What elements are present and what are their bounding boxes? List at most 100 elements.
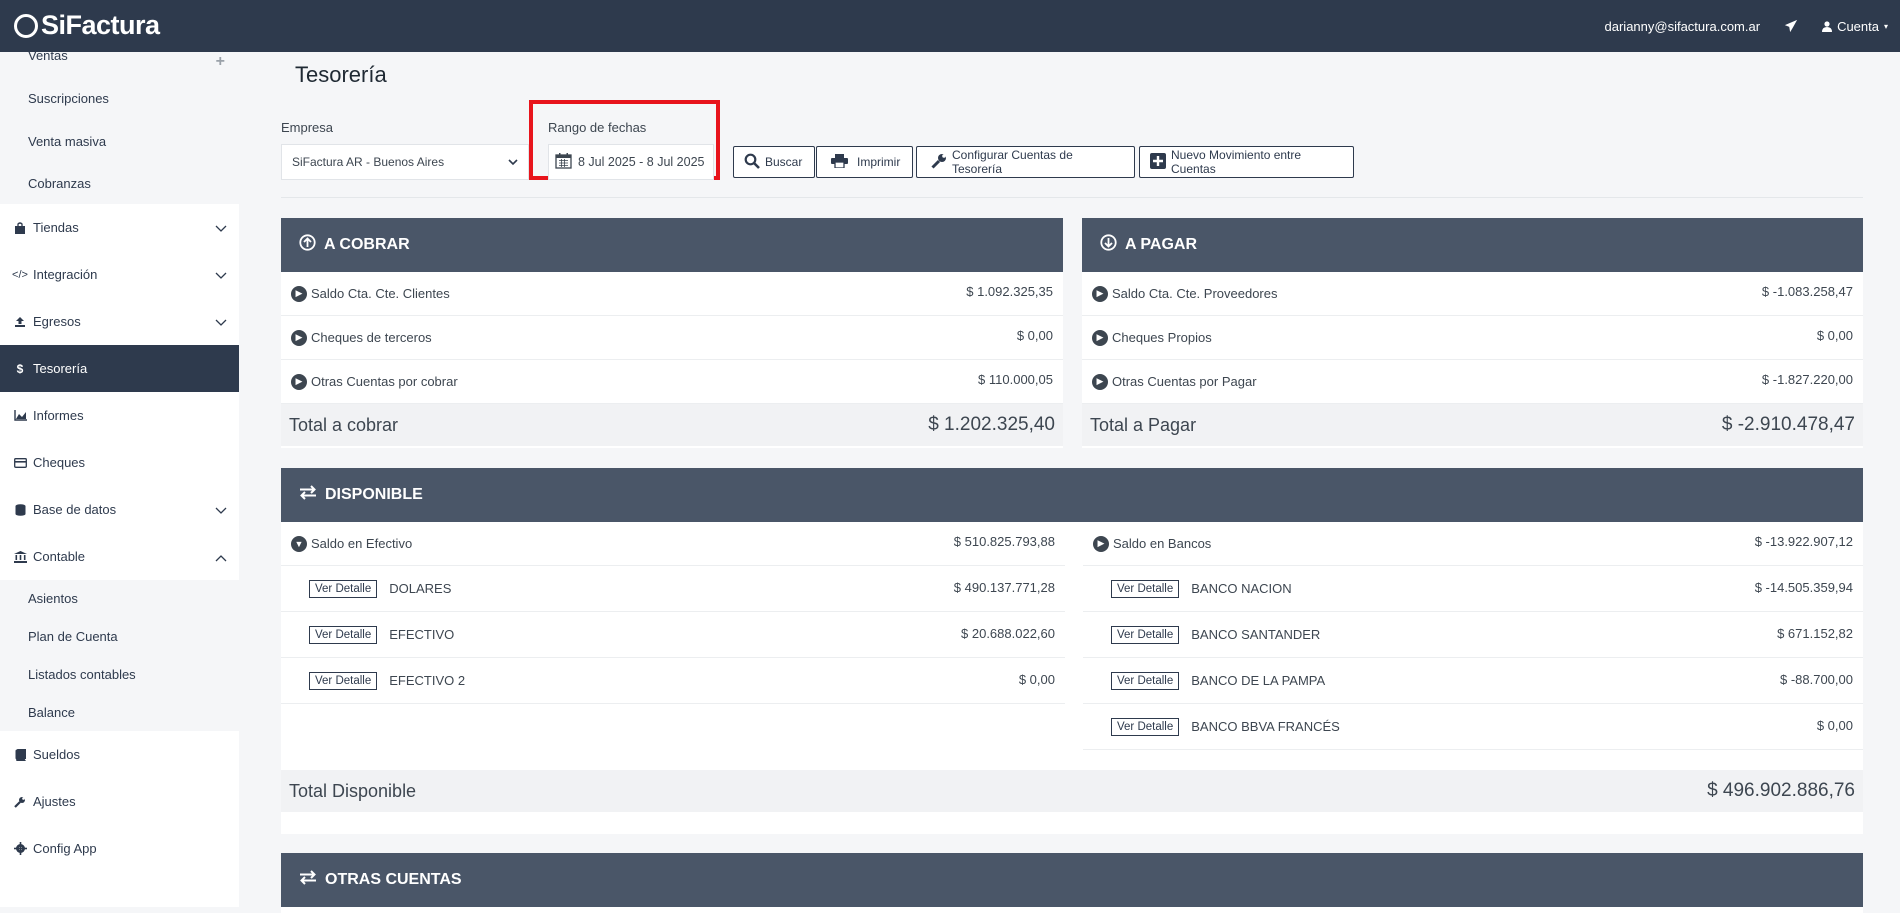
buscar-button[interactable]: Buscar	[733, 146, 815, 178]
database-icon	[12, 503, 28, 516]
a-cobrar-card: A COBRAR ▶ Saldo Cta. Cte. Clientes $ 1.09…	[281, 218, 1063, 448]
otras-cuentas-card: OTRAS CUENTAS	[281, 853, 1863, 913]
banco-item-row: Ver Detalle BANCO SANTANDER $ 671.152,82	[1083, 612, 1863, 658]
banco-item-row: Ver Detalle BANCO DE LA PAMPA $ -88.700,00	[1083, 658, 1863, 704]
saldo-efectivo-row[interactable]: ▼ Saldo en Efectivo $ 510.825.793,88	[281, 522, 1065, 566]
total-amount: $ 1.202.325,40	[928, 414, 1055, 435]
sidebar-item-base-datos[interactable]: Base de datos	[0, 486, 239, 533]
sidebar-item-contable[interactable]: Contable	[0, 533, 239, 580]
sidebar-item-ventas[interactable]: Ventas +	[0, 52, 239, 70]
account-name: DOLARES	[389, 581, 452, 596]
account-name: BANCO BBVA FRANCÉS	[1191, 719, 1340, 734]
sidebar: Ventas + Suscripciones Venta masiva Cobr…	[0, 52, 239, 907]
chevron-circle-right-icon: ▶	[1092, 285, 1108, 302]
imprimir-button[interactable]: Imprimir	[816, 146, 913, 178]
a-cobrar-row[interactable]: ▶ Otras Cuentas por cobrar $ 110.000,05	[281, 360, 1063, 404]
sidebar-item-ajustes[interactable]: Ajustes	[0, 778, 239, 825]
sidebar-item-cheques[interactable]: Cheques	[0, 439, 239, 486]
sidebar-item-label: Ventas	[28, 52, 68, 63]
page-title: Tesorería	[295, 62, 387, 87]
row-amount: $ -1.083.258,47	[1761, 284, 1853, 299]
gear-icon	[12, 842, 28, 855]
total-label: Total a cobrar	[289, 414, 399, 435]
ver-detalle-button[interactable]: Ver Detalle	[1111, 579, 1180, 598]
ver-detalle-button[interactable]: Ver Detalle	[309, 625, 378, 644]
a-pagar-row[interactable]: ▶ Cheques Propios $ 0,00	[1082, 316, 1863, 360]
account-amount: $ 0,00	[1018, 672, 1055, 687]
row-amount: $ 0,00	[1016, 328, 1053, 343]
plus-icon[interactable]: +	[216, 53, 225, 71]
sidebar-item-cobranzas[interactable]: Cobranzas	[0, 162, 239, 204]
sidebar-item-label: Config App	[33, 841, 97, 856]
row-amount: $ 510.825.793,88	[953, 534, 1055, 549]
exchange-icon	[299, 870, 317, 890]
date-range-value: 8 Jul 2025 - 8 Jul 2025	[578, 155, 705, 169]
sidebar-item-label: Asientos	[28, 591, 78, 606]
efectivo-column: ▼ Saldo en Efectivo $ 510.825.793,88 Ver D…	[281, 522, 1065, 704]
a-pagar-row[interactable]: ▶ Otras Cuentas por Pagar $ -1.827.220,00	[1082, 360, 1863, 404]
total-row: Total a cobrar $ 1.202.325,40	[281, 404, 1063, 446]
sidebar-item-suscripciones[interactable]: Suscripciones	[0, 66, 239, 120]
date-range-input[interactable]: 8 Jul 2025 - 8 Jul 2025	[548, 144, 714, 180]
card-title: A PAGAR	[1125, 236, 1197, 253]
sidebar-item-balance[interactable]: Balance	[0, 693, 239, 731]
sidebar-item-tiendas[interactable]: Tiendas	[0, 204, 239, 251]
efectivo-item-row: Ver Detalle EFECTIVO $ 20.688.022,60	[281, 612, 1065, 658]
sidebar-item-integracion[interactable]: </> Integración	[0, 251, 239, 298]
sidebar-item-plan-cuenta[interactable]: Plan de Cuenta	[0, 617, 239, 655]
disponible-card: DISPONIBLE ▼ Saldo en Efectivo $ 510.825.7…	[281, 468, 1863, 834]
ver-detalle-button[interactable]: Ver Detalle	[1111, 671, 1180, 690]
total-row: Total Disponible $ 496.902.886,76	[281, 770, 1863, 812]
configurar-cuentas-button[interactable]: Configurar Cuentas de Tesorería	[916, 146, 1135, 178]
caret-down-icon: ▾	[1883, 21, 1888, 31]
sidebar-item-egresos[interactable]: Egresos	[0, 298, 239, 345]
a-pagar-row[interactable]: ▶ Saldo Cta. Cte. Proveedores $ -1.083.258…	[1082, 272, 1863, 316]
a-cobrar-row[interactable]: ▶ Saldo Cta. Cte. Clientes $ 1.092.325,35	[281, 272, 1063, 316]
banco-item-row: Ver Detalle BANCO BBVA FRANCÉS $ 0,00	[1083, 704, 1863, 750]
wrench-icon	[931, 153, 947, 172]
plus-square-icon	[1150, 152, 1166, 172]
chevron-circle-right-icon: ▶	[1093, 535, 1109, 552]
ver-detalle-button[interactable]: Ver Detalle	[309, 671, 378, 690]
sidebar-item-listados[interactable]: Listados contables	[0, 655, 239, 693]
account-name: BANCO SANTANDER	[1191, 627, 1321, 642]
top-right-menu: darianny@sifactura.com.ar Cuenta ▾	[1605, 0, 1888, 52]
sidebar-item-informes[interactable]: Informes	[0, 392, 239, 439]
sidebar-item-tesoreria[interactable]: $ Tesorería	[0, 345, 239, 392]
chevron-circle-right-icon: ▶	[1092, 373, 1108, 390]
chevron-up-icon	[215, 550, 227, 565]
chevron-down-icon	[508, 155, 518, 169]
wrench-icon	[12, 796, 28, 808]
sidebar-item-sueldos[interactable]: Sueldos	[0, 731, 239, 778]
button-label: Buscar	[765, 155, 803, 169]
logo[interactable]: SiFactura	[14, 10, 160, 41]
sidebar-item-asientos[interactable]: Asientos	[0, 580, 239, 617]
card-title: DISPONIBLE	[325, 486, 423, 503]
send-icon[interactable]	[1784, 19, 1798, 33]
ver-detalle-button[interactable]: Ver Detalle	[1111, 625, 1180, 644]
chevron-down-icon	[215, 221, 227, 236]
calendar-icon	[555, 152, 572, 172]
ver-detalle-button[interactable]: Ver Detalle	[1111, 717, 1180, 736]
account-name: EFECTIVO 2	[389, 673, 466, 688]
empresa-select[interactable]: SiFactura AR - Buenos Aires	[281, 144, 529, 180]
account-menu[interactable]: Cuenta ▾	[1822, 19, 1888, 34]
account-amount: $ -88.700,00	[1779, 672, 1853, 687]
saldo-bancos-row[interactable]: ▶ Saldo en Bancos $ -13.922.907,12	[1083, 522, 1863, 566]
banco-item-row: Ver Detalle BANCO NACION $ -14.505.359,94	[1083, 566, 1863, 612]
user-email[interactable]: darianny@sifactura.com.ar	[1605, 19, 1761, 34]
nuevo-movimiento-button[interactable]: Nuevo Movimiento entre Cuentas	[1139, 146, 1354, 178]
row-label: Saldo Cta. Cte. Clientes	[311, 286, 450, 301]
arrow-circle-down-icon	[1100, 234, 1117, 256]
card-header: A PAGAR	[1082, 218, 1863, 272]
sidebar-item-label: Sueldos	[33, 747, 80, 762]
account-name: BANCO NACION	[1191, 581, 1292, 596]
main-content: Tesorería Empresa SiFactura AR - Buenos …	[239, 52, 1900, 913]
sidebar-item-config-app[interactable]: Config App	[0, 825, 239, 872]
a-cobrar-row[interactable]: ▶ Cheques de terceros $ 0,00	[281, 316, 1063, 360]
print-icon	[831, 153, 848, 171]
book-icon	[12, 748, 28, 761]
row-label: Cheques de terceros	[311, 330, 432, 345]
sidebar-item-venta-masiva[interactable]: Venta masiva	[0, 120, 239, 162]
ver-detalle-button[interactable]: Ver Detalle	[309, 579, 378, 598]
